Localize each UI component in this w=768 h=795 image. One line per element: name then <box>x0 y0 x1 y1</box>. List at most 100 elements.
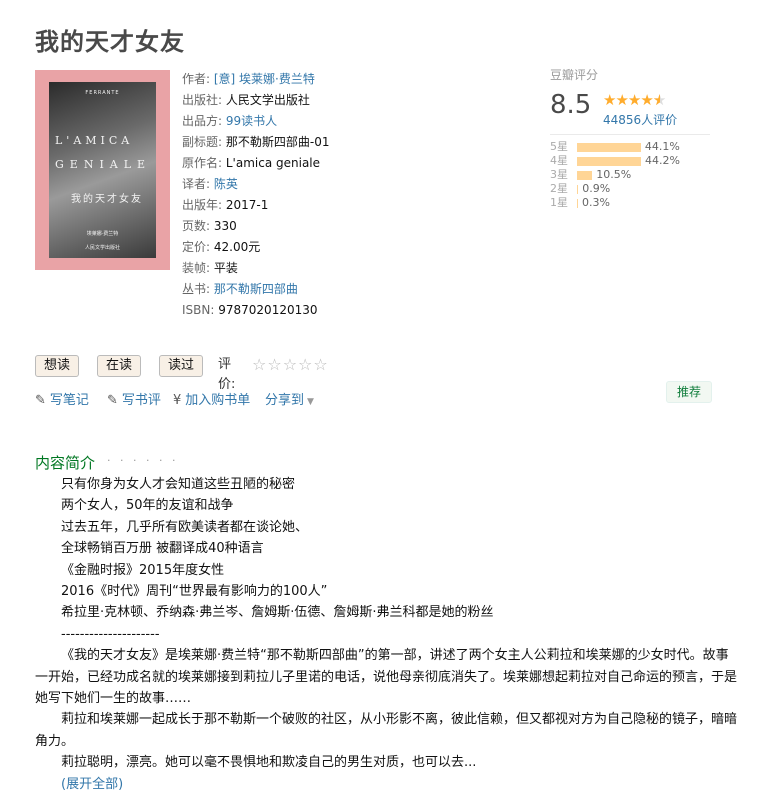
publisher-label: 出版社: <box>182 93 223 107</box>
write-note-link[interactable]: ✎ 写笔记 <box>35 389 89 408</box>
cover-author: 埃莱娜·费兰特 <box>86 231 119 237</box>
write-note-label: 写笔记 <box>49 393 89 408</box>
want-read-button[interactable]: 想读 <box>35 355 80 377</box>
rate-stars: ☆☆☆☆☆ <box>252 355 329 375</box>
rate-star-icon[interactable]: ☆ <box>267 355 282 374</box>
rating-bar-percent: 44.1% <box>644 140 680 153</box>
pencil-icon: ✎ <box>35 393 46 408</box>
pages-label: 页数: <box>182 219 211 233</box>
summary-paragraph: 莉拉和埃莱娜一起成长于那不勒斯一个破败的社区，从小形影不离，彼此信赖，但又都视对… <box>35 712 738 749</box>
summary-paragraph: 莉拉聪明，漂亮。她可以毫不畏惧地和欺凌自己的男生对质，也可以去... <box>61 755 477 771</box>
rating-votes-link[interactable]: 44856人评价 <box>603 111 677 128</box>
author-label: 作者: <box>182 72 211 86</box>
star-icon: ★ <box>615 91 628 109</box>
rating-bar-fill <box>577 185 579 194</box>
recommend-button[interactable]: 推荐 <box>666 381 712 403</box>
producer-link[interactable]: 99读书人 <box>226 114 277 128</box>
pages-value: 330 <box>213 219 237 233</box>
original-label: 原作名: <box>182 156 223 170</box>
year-value: 2017-1 <box>225 198 269 212</box>
info-year: 出版年: 2017-1 <box>182 195 522 216</box>
info-author: 作者: [意] 埃莱娜·费兰特 <box>182 69 522 90</box>
share-label: 分享到 <box>265 393 305 408</box>
rating-bar-label: 2星 <box>550 182 568 195</box>
book-cover[interactable]: FERRANTE L'AMICA GENIALE 我的天才女友 埃莱娜·费兰特 … <box>35 70 170 270</box>
book-info: 作者: [意] 埃莱娜·费兰特 出版社: 人民文学出版社 出品方: 99读书人 … <box>182 69 522 321</box>
rating-bar-row: 2星 0.9% <box>550 182 730 196</box>
rating-label: 豆瓣评分 <box>550 68 599 82</box>
price-label: 定价: <box>182 240 211 254</box>
year-label: 出版年: <box>182 198 223 212</box>
summary-line: 两个女人，50年的友谊和战争 <box>61 498 234 514</box>
binding-value: 平装 <box>213 261 238 275</box>
info-isbn: ISBN: 9787020120130 <box>182 300 522 321</box>
binding-label: 装帧: <box>182 261 211 275</box>
cover-publisher: 人民文学出版社 <box>84 245 120 251</box>
subtitle-value: 那不勒斯四部曲-01 <box>225 135 330 149</box>
summary-paragraph: 《我的天才女友》是埃莱娜·费兰特“那不勒斯四部曲”的第一部，讲述了两个女主人公莉… <box>35 648 738 707</box>
rating-bar-percent: 44.2% <box>645 154 680 167</box>
rating-bar-fill <box>577 157 641 166</box>
subtitle-label: 副标题: <box>182 135 223 149</box>
translator-label: 译者: <box>182 177 211 191</box>
isbn-label: ISBN: <box>182 303 215 317</box>
add-cart-link[interactable]: ¥ 加入购书单 <box>173 389 250 408</box>
isbn-value: 9787020120130 <box>218 303 318 317</box>
read-button[interactable]: 读过 <box>159 355 204 377</box>
rating-bar-label: 5星 <box>550 140 568 153</box>
summary-dots: · · · · · · <box>107 454 179 467</box>
series-link[interactable]: 那不勒斯四部曲 <box>214 282 298 296</box>
star-icon: ★ <box>640 91 653 109</box>
write-review-link[interactable]: ✎ 写书评 <box>107 389 161 408</box>
rate-star-icon[interactable]: ☆ <box>252 355 267 374</box>
rate-star-icon[interactable]: ☆ <box>313 355 328 374</box>
rating-divider <box>550 134 710 135</box>
summary-line: 《金融时报》2015年度女性 <box>61 562 225 578</box>
half-star-icon: ★ <box>653 91 666 109</box>
cover-cn-title: 我的天才女友 <box>71 194 143 205</box>
rating-bar-fill <box>577 143 641 152</box>
info-pages: 页数: 330 <box>182 216 522 237</box>
producer-label: 出品方: <box>182 114 223 128</box>
yen-icon: ¥ <box>173 393 182 408</box>
summary-text: 只有你身为女人才会知道这些丑陋的秘密 两个女人，50年的友谊和战争 过去五年，几… <box>35 474 740 795</box>
chevron-down-icon: ▼ <box>307 397 314 407</box>
cover-image: FERRANTE L'AMICA GENIALE 我的天才女友 埃莱娜·费兰特 … <box>49 82 156 258</box>
rating-bar-row: 3星 10.5% <box>550 168 730 182</box>
cover-title-line2: GENIALE <box>55 158 152 171</box>
rating-bar-label: 3星 <box>550 168 568 181</box>
share-dropdown[interactable]: 分享到 ▼ <box>265 389 314 408</box>
author-link[interactable]: [意] 埃莱娜·费兰特 <box>214 72 315 86</box>
rating-bar-row: 1星 0.3% <box>550 196 730 210</box>
rate-star-icon[interactable]: ☆ <box>298 355 313 374</box>
star-icon: ★ <box>627 91 641 109</box>
rating-stars: ★★★★★ <box>603 91 666 109</box>
rating-bar-label: 4星 <box>550 154 568 167</box>
rating-bar-percent: 10.5% <box>596 168 632 181</box>
rating-bar-percent: 0.9% <box>582 182 611 195</box>
rating-bar-percent: 0.3% <box>582 196 610 209</box>
rating-breakdown: 5星 44.1% 4星 44.2% 3星 10.5% 2星 0.9% 1星 0.3% <box>550 140 730 210</box>
pencil-icon: ✎ <box>107 393 118 408</box>
star-icon: ★ <box>603 91 616 109</box>
book-title: 我的天才女友 <box>35 28 185 56</box>
rating-bar-row: 5星 44.1% <box>550 140 730 154</box>
write-review-label: 写书评 <box>121 393 161 408</box>
rating-bar-label: 1星 <box>550 196 568 209</box>
expand-all-link[interactable]: (展开全部) <box>61 774 740 795</box>
summary-title: 内容简介 <box>35 454 96 472</box>
info-publisher: 出版社: 人民文学出版社 <box>182 90 522 111</box>
rate-star-icon[interactable]: ☆ <box>283 355 298 374</box>
translator-link[interactable]: 陈英 <box>214 177 238 191</box>
original-value: L'amica geniale <box>225 156 321 170</box>
info-subtitle: 副标题: 那不勒斯四部曲-01 <box>182 132 522 153</box>
rating-bar-fill <box>577 171 593 180</box>
info-price: 定价: 42.00元 <box>182 237 522 258</box>
summary-line: 全球畅销百万册 被翻译成40种语言 <box>61 541 264 557</box>
info-binding: 装帧: 平装 <box>182 258 522 279</box>
info-translator: 译者: 陈英 <box>182 174 522 195</box>
info-series: 丛书: 那不勒斯四部曲 <box>182 279 522 300</box>
reading-button[interactable]: 在读 <box>97 355 142 377</box>
rating-panel: 豆瓣评分 8.5 ★★★★★ 44856人评价 5星44.1%4星44.2%3星… <box>550 66 730 209</box>
publisher-value: 人民文学出版社 <box>225 93 310 107</box>
